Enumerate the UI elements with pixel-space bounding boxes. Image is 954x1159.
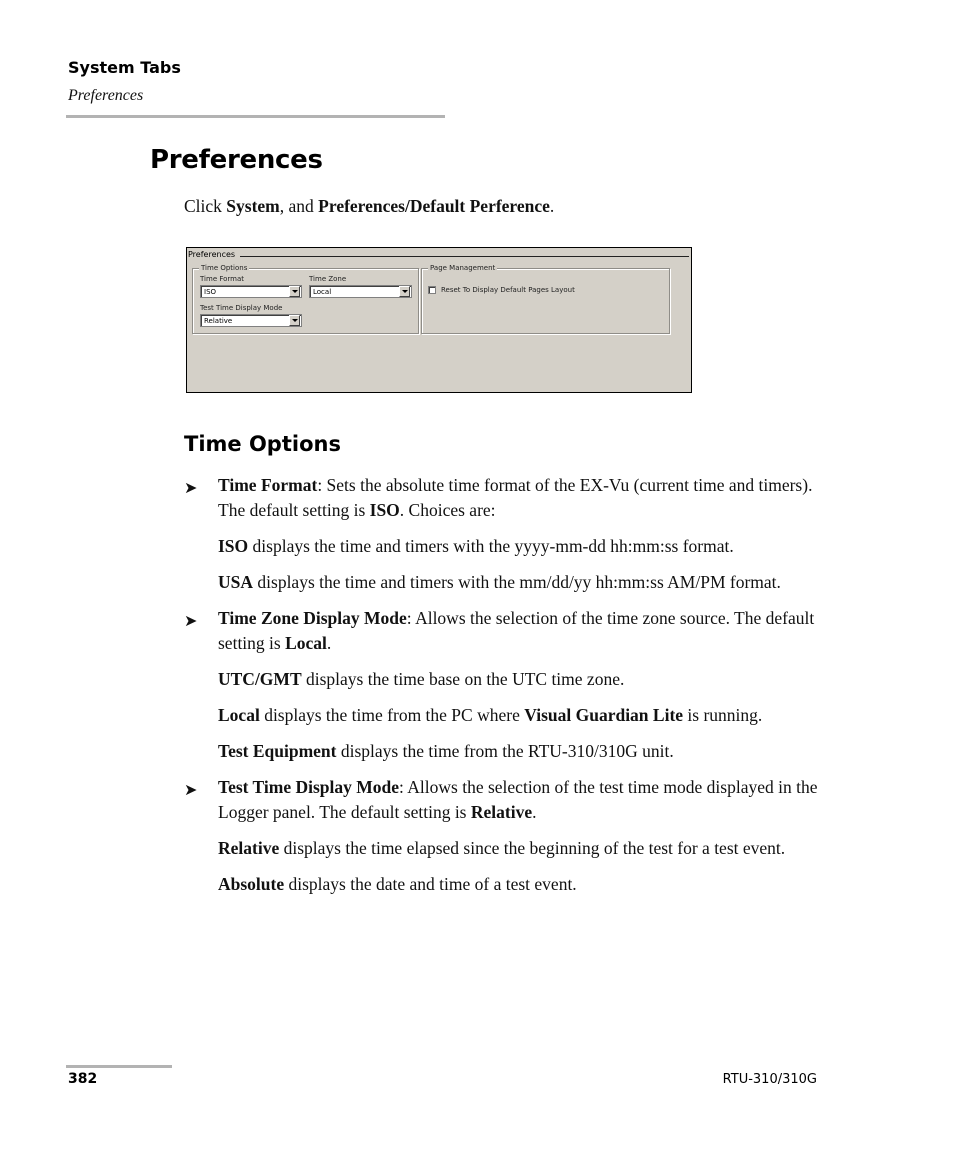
test-time-mode-label: Test Time Display Mode [200, 304, 283, 312]
bullet-tail: . Choices are: [399, 500, 496, 520]
intro-paragraph: Click System, and Preferences/Default Pe… [184, 196, 554, 217]
time-zone-value: Local [313, 287, 332, 296]
arrowhead-right-icon: ➤ [184, 478, 198, 497]
chevron-down-icon[interactable] [289, 286, 300, 297]
choice-term: UTC/GMT [218, 669, 302, 689]
arrowhead-right-icon: ➤ [184, 611, 198, 630]
bullet-term: Test Time Display Mode [218, 777, 400, 797]
choice-text-tail: is running. [683, 705, 763, 725]
time-zone-label: Time Zone [309, 275, 347, 283]
time-zone-select[interactable]: Local [309, 285, 412, 298]
running-head-subsection: Preferences [68, 87, 144, 104]
reset-layout-option[interactable]: Reset To Display Default Pages Layout [428, 286, 575, 294]
intro-suffix: . [549, 196, 555, 216]
bullet-item: ➤ Time Format: Sets the absolute time fo… [184, 473, 824, 523]
bullet-term: Time Format [218, 475, 318, 495]
choice-paragraph: Test Equipment displays the time from th… [184, 739, 824, 764]
bullet-test-time: ➤ Test Time Display Mode: Allows the sel… [184, 775, 824, 897]
page-management-legend: Page Management [428, 264, 498, 273]
chevron-down-icon[interactable] [289, 315, 300, 326]
choice-text: displays the time elapsed since the begi… [279, 838, 786, 858]
intro-middle: , and [279, 196, 319, 216]
bullet-item: ➤ Test Time Display Mode: Allows the sel… [184, 775, 824, 825]
time-options-legend: Time Options [199, 264, 250, 273]
time-format-label: Time Format [200, 275, 245, 283]
choice-term: ISO [218, 536, 249, 556]
footer-rule [66, 1065, 172, 1068]
intro-prefix: Click [184, 196, 227, 216]
bullet-term: Time Zone Display Mode [218, 608, 407, 628]
bullet-tail: . [326, 633, 332, 653]
time-options-group: Time Options Time Format ISO Time Zone L… [192, 264, 419, 334]
title-rule [240, 256, 689, 257]
document-id: RTU-310/310G [722, 1072, 817, 1087]
page-number: 382 [68, 1071, 98, 1087]
bullet-default: Relative [470, 802, 533, 822]
choice-term: USA [218, 572, 254, 592]
choice-term: Local [218, 705, 260, 725]
choice-paragraph: Absolute displays the date and time of a… [184, 872, 824, 897]
page-management-group: Page Management Reset To Display Default… [421, 264, 670, 334]
bullet-default: ISO [369, 500, 400, 520]
choice-term: Absolute [218, 874, 285, 894]
choice-paragraph: Local displays the time from the PC wher… [184, 703, 824, 728]
time-format-value: ISO [204, 287, 217, 296]
choice-text: displays the time and timers with the mm… [253, 572, 781, 592]
intro-bold-system: System [226, 196, 280, 216]
bullet-item: ➤ Time Zone Display Mode: Allows the sel… [184, 606, 824, 656]
bullet-tail: . [532, 802, 537, 822]
bullet-default: Local [285, 633, 327, 653]
choice-text: displays the time from the RTU-310/310G … [336, 741, 674, 761]
choice-paragraph: ISO displays the time and timers with th… [184, 534, 824, 559]
choice-paragraph: UTC/GMT displays the time base on the UT… [184, 667, 824, 692]
test-time-mode-value: Relative [204, 316, 233, 325]
content-body: ➤ Time Format: Sets the absolute time fo… [184, 473, 824, 897]
choice-term: Test Equipment [218, 741, 337, 761]
bullet-time-format: ➤ Time Format: Sets the absolute time fo… [184, 473, 824, 595]
running-head: System Tabs Preferences [68, 58, 181, 106]
choice-term-product: Visual Guardian Lite [524, 705, 684, 725]
chevron-down-icon[interactable] [399, 286, 410, 297]
window-title: Preferences [188, 250, 236, 259]
running-head-section: System Tabs [68, 58, 181, 77]
reset-layout-label: Reset To Display Default Pages Layout [441, 286, 575, 294]
page-title: Preferences [150, 145, 323, 175]
choice-term: Relative [218, 838, 280, 858]
time-format-select[interactable]: ISO [200, 285, 302, 298]
header-rule [66, 115, 445, 118]
choice-paragraph: Relative displays the time elapsed since… [184, 836, 824, 861]
intro-bold-path: Preferences/Default Perference [318, 196, 550, 216]
choice-text: displays the time from the PC where [259, 705, 525, 725]
choice-text: displays the time base on the UTC time z… [301, 669, 625, 689]
section-heading: Time Options [184, 432, 341, 456]
choice-paragraph: USA displays the time and timers with th… [184, 570, 824, 595]
choice-text: displays the time and timers with the yy… [248, 536, 734, 556]
reset-layout-checkbox[interactable] [428, 286, 436, 294]
preferences-screenshot: Preferences Time Options Time Format ISO… [186, 247, 692, 393]
choice-text: displays the date and time of a test eve… [284, 874, 577, 894]
bullet-time-zone: ➤ Time Zone Display Mode: Allows the sel… [184, 606, 824, 764]
arrowhead-right-icon: ➤ [184, 780, 198, 799]
test-time-mode-select[interactable]: Relative [200, 314, 302, 327]
